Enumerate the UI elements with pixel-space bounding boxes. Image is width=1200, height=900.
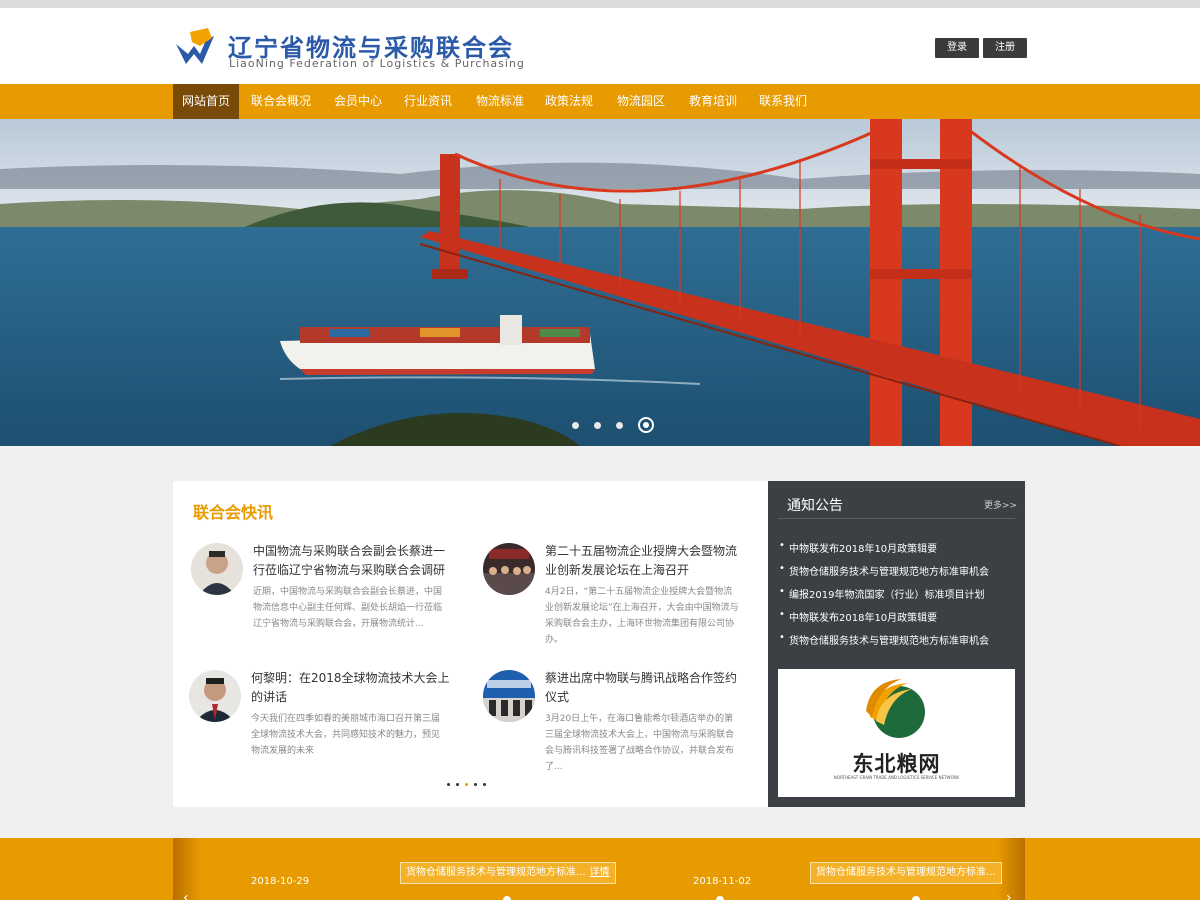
news-summary: 近期，中国物流与采购联合会副会长蔡进，中国物流信息中心副主任何辉、副处长胡焰一行… (253, 587, 443, 629)
news-page-dot[interactable] (447, 783, 450, 786)
news-page-dot[interactable] (474, 783, 477, 786)
site-header: 辽宁省物流与采购联合会 LiaoNing Federation of Logis… (0, 8, 1200, 84)
nav-item-members[interactable]: 会员中心 (325, 84, 391, 119)
notice-item[interactable]: 编报2019年物流国家（行业）标准项目计划 (779, 586, 984, 601)
news-page-dot[interactable] (483, 783, 486, 786)
nav-item-home[interactable]: 网站首页 (173, 84, 239, 119)
news-headline[interactable]: 蔡进出席中物联与腾讯战略合作签约仪式 (545, 669, 745, 707)
news-thumbnail (189, 670, 241, 722)
timeline-tip-text: 货物仓储服务技术与管理规范地方标准... (816, 867, 996, 878)
hero-banner[interactable] (0, 119, 1200, 446)
timeline-band: ‹ › 2018-10-29 货物仓储服务技术与管理规范地方标准... 详情 20… (0, 838, 1200, 900)
banner-dot-2[interactable] (594, 422, 601, 429)
ad-subtitle: NORTHEAST GRAIN TRADE AND LOGISTICS SERV… (833, 775, 960, 780)
banner-dot-1[interactable] (572, 422, 579, 429)
news-summary: 今天我们在四季如春的美丽城市海口召开第三届全球物流技术大会，共同感知技术的魅力，… (251, 714, 441, 756)
notice-item[interactable]: 货物仓储服务技术与管理规范地方标准审机会 (779, 632, 989, 647)
timeline-prev-arrow-icon[interactable]: ‹ (183, 890, 189, 900)
brand-name-en: LiaoNing Federation of Logistics & Purch… (229, 57, 525, 70)
ad-banner[interactable]: 东北粮网 NORTHEAST GRAIN TRADE AND LOGISTICS… (778, 669, 1015, 797)
notice-more-link[interactable]: 更多>> (984, 498, 1017, 511)
grain-logo-icon (866, 679, 925, 738)
news-section-title: 联合会快讯 (193, 503, 274, 522)
news-thumbnail (483, 670, 535, 722)
nav-item-training[interactable]: 教育培训 (680, 84, 746, 119)
news-page-dot-active[interactable] (465, 783, 468, 786)
register-button[interactable]: 注册 (983, 38, 1027, 58)
login-button[interactable]: 登录 (935, 38, 979, 58)
timeline-tip[interactable]: 货物仓储服务技术与管理规范地方标准... (810, 862, 1002, 884)
nav-item-standards[interactable]: 物流标准 (467, 84, 533, 119)
news-headline[interactable]: 何黎明：在2018全球物流技术大会上的讲话 (251, 669, 451, 707)
divider (778, 518, 1015, 519)
timeline-node[interactable] (716, 896, 724, 900)
ad-title: 东北粮网 (852, 752, 941, 776)
news-summary: 3月20日上午，在海口鲁能希尔顿酒店举办的第三届全球物流技术大会上，中国物流与采… (545, 714, 735, 772)
news-headline[interactable]: 中国物流与采购联合会副会长蔡进一行莅临辽宁省物流与采购联合会调研 (253, 542, 453, 580)
nav-item-parks[interactable]: 物流园区 (608, 84, 674, 119)
bridge-ship-image (0, 119, 1200, 446)
notice-item[interactable]: 中物联发布2018年10月政策辑要 (779, 540, 937, 555)
notice-section-title: 通知公告 (787, 498, 843, 514)
news-panel: 联合会快讯 中国物流与采购联合会副会长蔡进一行莅临辽宁省物流与采购联合会调研 近… (173, 481, 768, 807)
news-summary: 4月2日，“第二十五届物流企业授牌大会暨物流业创新发展论坛”在上海召开，大会由中… (545, 587, 739, 645)
news-headline[interactable]: 第二十五届物流企业授牌大会暨物流业创新发展论坛在上海召开 (545, 542, 745, 580)
news-thumbnail (191, 543, 243, 595)
nav-item-contact[interactable]: 联系我们 (750, 84, 816, 119)
notice-item[interactable]: 货物仓储服务技术与管理规范地方标准审机会 (779, 563, 989, 578)
timeline-date: 2018-10-29 (251, 876, 310, 887)
timeline-node[interactable] (912, 896, 920, 900)
timeline-date: 2018-11-02 (693, 876, 752, 887)
news-page-dot[interactable] (456, 783, 459, 786)
nav-item-industry-news[interactable]: 行业资讯 (395, 84, 461, 119)
notice-item[interactable]: 中物联发布2018年10月政策辑要 (779, 609, 937, 624)
timeline-node[interactable] (503, 896, 511, 900)
nav-item-policies[interactable]: 政策法规 (536, 84, 602, 119)
notice-panel: 通知公告 更多>> 中物联发布2018年10月政策辑要 货物仓储服务技术与管理规… (768, 481, 1025, 807)
banner-dot-4[interactable] (638, 417, 654, 433)
timeline-detail-link[interactable]: 详情 (590, 867, 610, 878)
banner-dot-3[interactable] (616, 422, 623, 429)
federation-logo-icon[interactable] (172, 24, 218, 70)
main-nav: 网站首页 联合会概况 会员中心 行业资讯 物流标准 政策法规 物流园区 教育培训… (0, 84, 1200, 119)
timeline-tip-text: 货物仓储服务技术与管理规范地方标准... (406, 867, 586, 878)
top-strip (0, 0, 1200, 8)
news-thumbnail (483, 543, 535, 595)
nav-item-about[interactable]: 联合会概况 (243, 84, 319, 119)
timeline-next-arrow-icon[interactable]: › (1006, 890, 1012, 900)
timeline-tip[interactable]: 货物仓储服务技术与管理规范地方标准... 详情 (400, 862, 616, 884)
